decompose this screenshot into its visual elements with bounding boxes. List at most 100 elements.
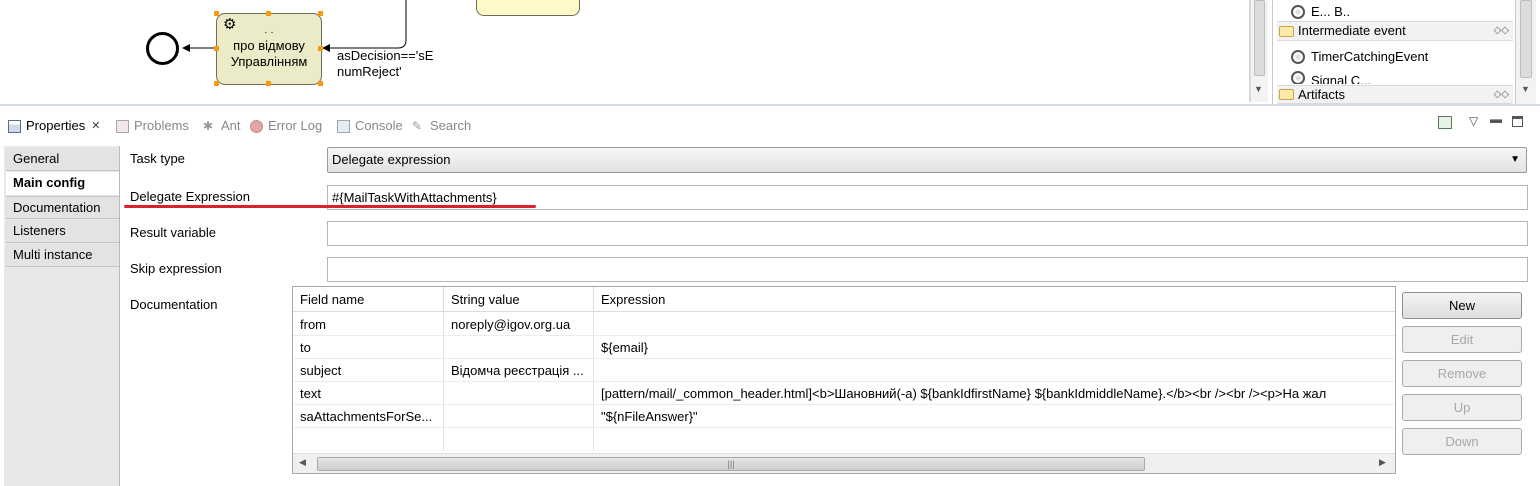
category-documentation[interactable]: Documentation — [6, 196, 119, 219]
palette-item[interactable]: Signal C... — [1277, 71, 1513, 84]
table-row[interactable]: to ${email} — [293, 336, 1395, 359]
tab-label: Ant — [221, 118, 241, 133]
tab-search[interactable]: ✎ Search — [412, 116, 471, 136]
scroll-down-icon[interactable]: ▼ — [1521, 84, 1530, 94]
tab-label: Console — [355, 118, 403, 133]
console-icon — [337, 119, 350, 133]
close-icon[interactable]: ✕ — [91, 116, 100, 136]
selection-handle[interactable] — [318, 81, 323, 86]
selection-handle[interactable] — [266, 11, 271, 16]
collapse-icon[interactable]: ◇◇ — [1494, 21, 1509, 41]
tab-label: Search — [430, 118, 472, 133]
palette-item-label: TimerCatchingEvent — [1311, 49, 1429, 64]
chevron-down-icon: ▼ — [1510, 154, 1520, 165]
skip-expression-input[interactable] — [327, 257, 1528, 282]
highlight-underline — [124, 205, 536, 208]
tab-label: Properties — [26, 118, 86, 133]
tab-problems[interactable]: Problems — [116, 116, 189, 136]
properties-icon — [8, 119, 21, 133]
cell-expression: [pattern/mail/_common_header.html]<b>Шан… — [601, 386, 1327, 401]
scroll-thumb[interactable] — [1520, 0, 1532, 78]
sequence-flows — [182, 0, 407, 52]
task-label-top: · · — [264, 27, 274, 38]
scroll-left-icon[interactable]: ◀ — [299, 457, 306, 468]
tab-label: Error Log — [268, 118, 323, 133]
down-button[interactable]: Down — [1402, 428, 1522, 455]
selection-handle[interactable] — [214, 11, 219, 16]
column-header-expression[interactable]: Expression — [594, 287, 1094, 312]
edit-button[interactable]: Edit — [1402, 326, 1522, 353]
view-tab-bar: Properties ✕ Problems ✱ Ant Error Log Co… — [0, 104, 1540, 142]
delegate-expression-label: Delegate Expression — [130, 189, 250, 204]
cell-field-name: from — [300, 317, 326, 332]
palette-item[interactable]: TimerCatchingEvent — [1277, 47, 1513, 67]
table-row[interactable]: saAttachmentsForSe... "${nFileAnswer}" — [293, 405, 1395, 428]
selection-handle[interactable] — [214, 46, 219, 51]
tab-console[interactable]: Console — [337, 116, 403, 136]
palette-group-label: Intermediate event — [1298, 23, 1406, 38]
cell-string-value — [444, 382, 594, 405]
fields-table[interactable]: Field name String value Expression from … — [292, 286, 1396, 474]
tab-error-log[interactable]: Error Log — [250, 116, 322, 136]
selection-handle[interactable] — [214, 81, 219, 86]
tab-label: Problems — [134, 118, 189, 133]
remove-button[interactable]: Remove — [1402, 360, 1522, 387]
scroll-thumb[interactable] — [1254, 0, 1265, 76]
palette-group-label: Artifacts — [1298, 86, 1345, 102]
up-button[interactable]: Up — [1402, 394, 1522, 421]
cell-expression: "${nFileAnswer}" — [601, 409, 698, 424]
end-event-circle[interactable] — [146, 32, 179, 65]
canvas-scrollbar[interactable]: ▼ — [1250, 0, 1268, 102]
palette-group-intermediate[interactable]: Intermediate event ◇◇ — [1277, 21, 1513, 41]
task-type-select[interactable]: Delegate expression ▼ — [327, 147, 1527, 173]
flow-label-line: asDecision=='sE — [337, 48, 434, 63]
collapse-icon[interactable]: ◇◇ — [1494, 85, 1509, 105]
search-icon: ✎ — [412, 118, 423, 133]
selection-handle[interactable] — [318, 11, 323, 16]
maximize-icon[interactable] — [1512, 116, 1523, 127]
diagram-canvas[interactable]: ⚙ · · про відмову Управлінням asDecision… — [4, 0, 1250, 102]
table-horizontal-scrollbar[interactable]: ◀ ||| ▶ — [293, 453, 1395, 473]
pin-view-icon[interactable] — [1438, 116, 1452, 129]
mail-task-node[interactable]: ⚙ · · про відмову Управлінням — [216, 13, 322, 85]
cell-expression: ${email} — [601, 340, 648, 355]
scroll-right-icon[interactable]: ▶ — [1379, 457, 1386, 468]
folder-icon — [1279, 25, 1294, 37]
cell-string-value: noreply@igov.org.ua — [451, 317, 571, 332]
tab-properties[interactable]: Properties ✕ — [8, 116, 100, 136]
palette-group-artifacts[interactable]: Artifacts ◇◇ — [1277, 85, 1513, 104]
cell-expression — [594, 359, 1395, 382]
category-multi-instance[interactable]: Multi instance — [6, 244, 119, 267]
tab-ant[interactable]: ✱ Ant — [203, 116, 241, 136]
new-button[interactable]: New — [1402, 292, 1522, 319]
category-main-config[interactable]: Main config — [6, 172, 119, 195]
problems-icon — [116, 119, 129, 133]
scroll-down-icon[interactable]: ▼ — [1254, 84, 1263, 94]
category-listeners[interactable]: Listeners — [6, 220, 119, 243]
table-row[interactable]: text [pattern/mail/_common_header.html]<… — [293, 382, 1395, 405]
table-row[interactable]: subject Відомча реєстрація ... — [293, 359, 1395, 382]
cell-field-name: text — [300, 386, 321, 401]
flow-condition-label[interactable]: asDecision=='sE numReject' — [337, 48, 433, 80]
palette-scrollbar[interactable]: ▼ — [1516, 0, 1536, 104]
view-menu-icon[interactable]: ▽ — [1469, 114, 1478, 128]
column-header-string-value[interactable]: String value — [444, 287, 594, 312]
event-icon — [1291, 5, 1305, 19]
minimize-icon[interactable]: ▬ — [1490, 112, 1502, 126]
scroll-thumb[interactable]: ||| — [317, 457, 1145, 471]
upper-task-node[interactable] — [476, 0, 580, 16]
category-general[interactable]: General — [6, 148, 119, 171]
property-categories: General Main config Documentation Listen… — [4, 146, 120, 486]
error-log-icon — [250, 119, 263, 133]
documentation-label: Documentation — [130, 297, 218, 312]
cell-string-value — [444, 336, 594, 359]
table-row[interactable]: from noreply@igov.org.ua — [293, 313, 1395, 336]
cell-field-name: saAttachmentsForSe... — [300, 409, 433, 424]
result-variable-input[interactable] — [327, 221, 1528, 246]
cell-string-value: Відомча реєстрація ... — [451, 363, 584, 378]
palette-item[interactable]: Е... В.. — [1277, 4, 1513, 20]
selection-handle[interactable] — [318, 46, 323, 51]
column-header-field-name[interactable]: Field name — [293, 287, 444, 312]
selection-handle[interactable] — [266, 81, 271, 86]
table-header: Field name String value Expression — [293, 287, 1395, 312]
